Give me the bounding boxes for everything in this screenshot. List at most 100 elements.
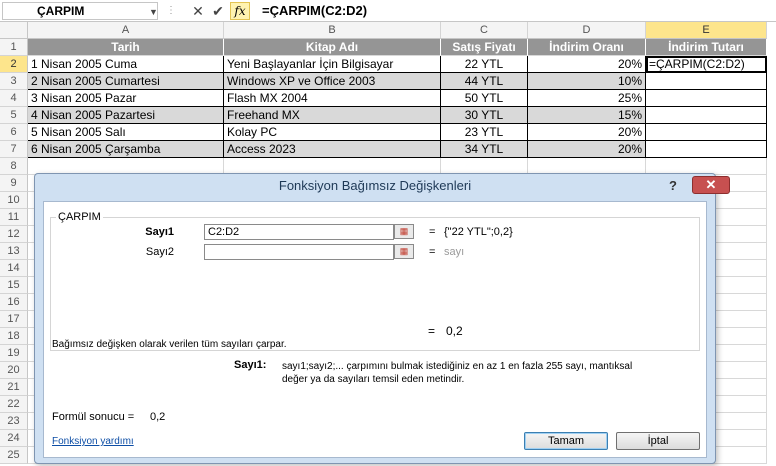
- table-cell[interactable]: 50 YTL: [441, 90, 528, 107]
- argument-description-label: Sayı1:: [234, 359, 267, 371]
- formula-result-label: Formül sonucu =: [52, 411, 135, 423]
- help-icon[interactable]: ?: [669, 178, 677, 193]
- table-cell[interactable]: Yeni Başlayanlar İçin Bilgisayar: [224, 56, 441, 73]
- insert-function-icon[interactable]: fx: [230, 2, 250, 20]
- name-box[interactable]: ÇARPIM ▼: [2, 2, 158, 20]
- row-header[interactable]: 17: [0, 311, 28, 328]
- row-header[interactable]: 9: [0, 175, 28, 192]
- formula-bar: ÇARPIM ▼ ⋮ ✕ ✔ fx =ÇARPIM(C2:D2): [0, 0, 776, 22]
- row-header[interactable]: 6: [0, 124, 28, 141]
- row-header[interactable]: 3: [0, 73, 28, 90]
- table-header-cell[interactable]: Tarih: [28, 39, 224, 56]
- table-cell[interactable]: 20%: [528, 141, 646, 158]
- dialog-body: ÇARPIM Sayı1 C2:D2 ▦ = {"22 YTL";0,2} Sa…: [43, 201, 707, 458]
- row-header[interactable]: 16: [0, 294, 28, 311]
- table-cell[interactable]: Kolay PC: [224, 124, 441, 141]
- table-cell[interactable]: Access 2023: [224, 141, 441, 158]
- row-header[interactable]: 20: [0, 362, 28, 379]
- arg2-input[interactable]: [204, 244, 394, 260]
- row-header[interactable]: 4: [0, 90, 28, 107]
- name-box-value: ÇARPIM: [37, 4, 85, 18]
- row-header[interactable]: 13: [0, 243, 28, 260]
- row-header[interactable]: 8: [0, 158, 28, 175]
- table-cell[interactable]: 34 YTL: [441, 141, 528, 158]
- range-picker-icon[interactable]: ▦: [394, 224, 414, 239]
- row-header[interactable]: 15: [0, 277, 28, 294]
- arg2-equals: =: [429, 246, 436, 258]
- table-cell[interactable]: [646, 107, 767, 124]
- table-cell[interactable]: [646, 73, 767, 90]
- ok-button[interactable]: Tamam: [524, 432, 608, 450]
- table-cell[interactable]: Flash MX 2004: [224, 90, 441, 107]
- column-header-c[interactable]: C: [441, 22, 528, 39]
- table-cell[interactable]: 15%: [528, 107, 646, 124]
- table-cell[interactable]: Windows XP ve Office 2003: [224, 73, 441, 90]
- arg1-label: Sayı1: [145, 226, 174, 238]
- table-cell[interactable]: 22 YTL: [441, 56, 528, 73]
- active-cell[interactable]: =ÇARPIM(C2:D2): [646, 56, 767, 73]
- table-cell[interactable]: 20%: [528, 56, 646, 73]
- row-header[interactable]: 11: [0, 209, 28, 226]
- table-header-cell[interactable]: İndirim Oranı: [528, 39, 646, 56]
- table-header-cell[interactable]: Satış Fiyatı: [441, 39, 528, 56]
- arg2-result: sayı: [444, 246, 465, 258]
- table-cell[interactable]: 20%: [528, 124, 646, 141]
- row-header[interactable]: 1: [0, 39, 28, 56]
- formula-result-value: 0,2: [150, 411, 166, 423]
- argument-description-line-2: değer ya da sayıları temsil eden metindi…: [282, 374, 465, 385]
- row-header[interactable]: 21: [0, 379, 28, 396]
- table-cell[interactable]: 4 Nisan 2005 Pazartesi: [28, 107, 224, 124]
- row-header[interactable]: 2: [0, 56, 28, 73]
- column-header-d[interactable]: D: [528, 22, 646, 39]
- row-header[interactable]: 18: [0, 328, 28, 345]
- table-cell[interactable]: 3 Nisan 2005 Pazar: [28, 90, 224, 107]
- column-header-b[interactable]: B: [224, 22, 441, 39]
- row-header[interactable]: 24: [0, 430, 28, 447]
- table-cell[interactable]: 23 YTL: [441, 124, 528, 141]
- function-name-label: ÇARPIM: [56, 211, 103, 223]
- table-cell[interactable]: Freehand MX: [224, 107, 441, 124]
- column-header-a[interactable]: A: [28, 22, 224, 39]
- select-all-corner[interactable]: [0, 22, 28, 39]
- table-header-cell[interactable]: Kitap Adı: [224, 39, 441, 56]
- row-header[interactable]: 23: [0, 413, 28, 430]
- table-cell[interactable]: 10%: [528, 73, 646, 90]
- row-header[interactable]: 5: [0, 107, 28, 124]
- arg2-label: Sayı2: [145, 246, 174, 258]
- arg1-input[interactable]: C2:D2: [204, 224, 394, 240]
- row-header[interactable]: 14: [0, 260, 28, 277]
- row-header[interactable]: 12: [0, 226, 28, 243]
- arg1-equals: =: [429, 226, 436, 238]
- row-header[interactable]: 22: [0, 396, 28, 413]
- chevron-down-icon[interactable]: ▼: [149, 7, 158, 17]
- cancel-icon[interactable]: ✕: [190, 2, 206, 20]
- row-header[interactable]: 25: [0, 447, 28, 464]
- function-result-value: 0,2: [446, 324, 463, 338]
- row-header[interactable]: 7: [0, 141, 28, 158]
- table-cell[interactable]: 6 Nisan 2005 Çarşamba: [28, 141, 224, 158]
- function-description: Bağımsız değişken olarak verilen tüm say…: [52, 339, 287, 350]
- column-header-e[interactable]: E: [646, 22, 767, 39]
- function-result-equals: =: [428, 324, 436, 338]
- table-header-cell[interactable]: İndirim Tutarı: [646, 39, 767, 56]
- table-cell[interactable]: 2 Nisan 2005 Cumartesi: [28, 73, 224, 90]
- cancel-button[interactable]: İptal: [616, 432, 700, 450]
- table-cell[interactable]: [646, 124, 767, 141]
- range-picker-icon[interactable]: ▦: [394, 244, 414, 259]
- row-header[interactable]: 19: [0, 345, 28, 362]
- row-header[interactable]: 10: [0, 192, 28, 209]
- table-cell[interactable]: 1 Nisan 2005 Cuma: [28, 56, 224, 73]
- table-cell[interactable]: [646, 90, 767, 107]
- argument-description-line-1: sayı1;sayı2;... çarpımını bulmak istediğ…: [282, 361, 633, 372]
- enter-check-icon[interactable]: ✔: [210, 2, 226, 20]
- table-cell[interactable]: 44 YTL: [441, 73, 528, 90]
- arg1-result: {"22 YTL";0,2}: [444, 226, 513, 238]
- close-button[interactable]: ✕: [692, 176, 730, 194]
- table-cell[interactable]: [646, 141, 767, 158]
- table-cell[interactable]: 5 Nisan 2005 Salı: [28, 124, 224, 141]
- function-help-link[interactable]: Fonksiyon yardımı: [52, 436, 134, 447]
- table-cell[interactable]: 25%: [528, 90, 646, 107]
- table-cell[interactable]: 30 YTL: [441, 107, 528, 124]
- dialog-title: Fonksiyon Bağımsız Değişkenleri: [278, 178, 472, 193]
- formula-input[interactable]: =ÇARPIM(C2:D2): [262, 3, 367, 18]
